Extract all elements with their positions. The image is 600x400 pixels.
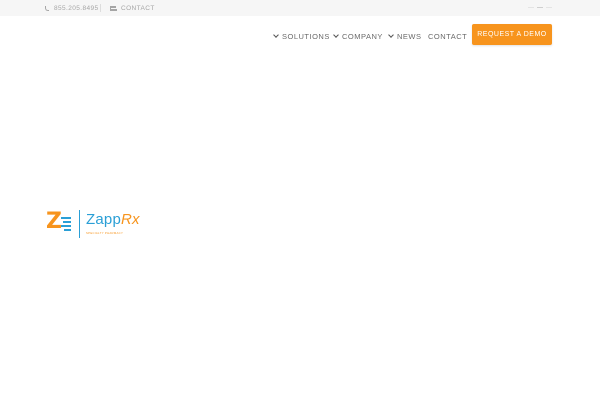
- topbar-right-decoration: [528, 7, 552, 8]
- phone-link[interactable]: 855.205.8495: [45, 0, 99, 16]
- logo-name-zapp: Zapp: [86, 211, 121, 228]
- request-demo-button[interactable]: REQUEST A DEMO: [472, 24, 552, 45]
- nav-item-label: SOLUTIONS: [282, 31, 330, 41]
- logo-name-rx: Rx: [121, 211, 140, 228]
- envelope-icon: [110, 5, 117, 11]
- topbar-mark: [546, 7, 552, 8]
- logo-separator: [79, 210, 80, 238]
- nav-item-company[interactable]: COMPANY: [333, 28, 383, 44]
- chevron-down-icon: [333, 32, 339, 38]
- topbar-mark: [537, 7, 543, 8]
- logo-line: [61, 225, 71, 227]
- zapprx-logo[interactable]: Z ZappRx SPECIALTY PHARMACY: [46, 208, 146, 242]
- topbar-contact-link[interactable]: CONTACT: [110, 0, 155, 16]
- nav-item-contact[interactable]: CONTACT: [428, 28, 467, 44]
- topbar-divider: [100, 4, 101, 12]
- topbar-mark: [528, 7, 534, 8]
- logo-tagline: SPECIALTY PHARMACY: [86, 231, 124, 235]
- logo-wordmark: ZappRx: [86, 212, 140, 228]
- nav-item-label: NEWS: [397, 31, 422, 41]
- logo-line: [61, 217, 71, 219]
- nav-item-label: CONTACT: [428, 31, 468, 41]
- chevron-down-icon: [273, 32, 279, 38]
- nav-item-solutions[interactable]: SOLUTIONS: [273, 28, 330, 44]
- top-utility-bar: 855.205.8495 CONTACT: [0, 0, 600, 16]
- nav-item-label: COMPANY: [342, 31, 383, 41]
- nav-item-news[interactable]: NEWS: [388, 28, 422, 44]
- topbar-contact-label: CONTACT: [121, 4, 155, 12]
- chevron-down-icon: [388, 32, 394, 38]
- phone-icon: [45, 5, 50, 11]
- logo-lines-icon: [59, 216, 73, 232]
- phone-number: 855.205.8495: [54, 4, 99, 12]
- logo-line: [64, 229, 71, 231]
- logo-line: [63, 221, 71, 223]
